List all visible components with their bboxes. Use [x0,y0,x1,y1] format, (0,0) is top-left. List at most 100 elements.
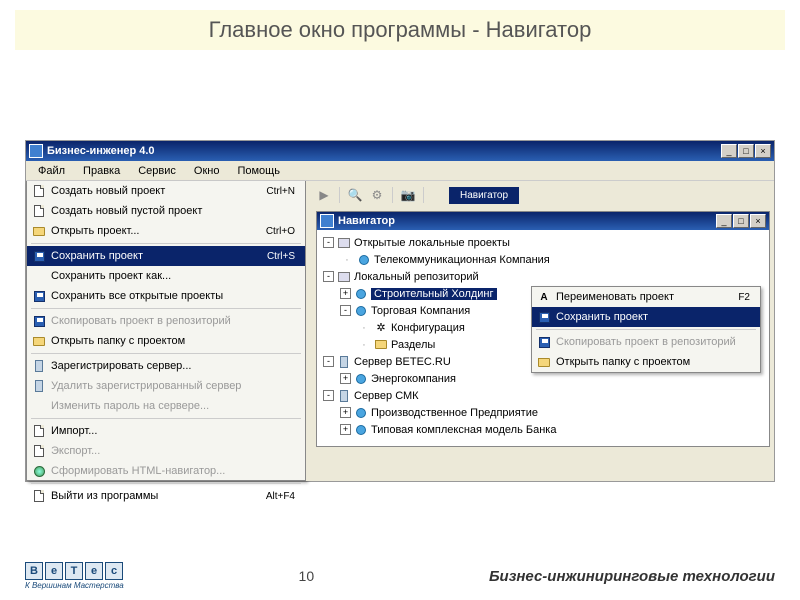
file-menu-item[interactable]: Сохранить проектCtrl+S [27,246,305,266]
context-menu-item[interactable]: Открыть папку с проектом [532,352,760,372]
db-icon [354,305,368,317]
collapse-icon[interactable]: - [323,271,334,282]
file-menu-item[interactable]: Сохранить все открытые проекты [27,286,305,306]
menu-separator [31,353,301,354]
blank-icon [31,398,47,414]
menu-label: Сохранить все открытые проекты [51,290,301,302]
menu-separator [31,308,301,309]
tree-row[interactable]: - Открытые локальные проекты [323,234,763,251]
save-icon [31,288,47,304]
child-window-controls: _ □ × [716,214,766,228]
menu-label: Создать новый проект [51,185,262,197]
menu-shortcut: Ctrl+O [266,226,301,237]
globe-icon [31,463,47,479]
toolbar-sep [339,187,340,203]
server-icon [337,356,351,368]
child-title: Навигатор [338,215,712,227]
file-menu-item[interactable]: Зарегистрировать сервер... [27,356,305,376]
file-menu-item[interactable]: Создать новый пустой проект [27,201,305,221]
server-icon [31,358,47,374]
context-menu-item[interactable]: АПереименовать проектF2 [532,287,760,307]
file-menu-item[interactable]: Создать новый проектCtrl+N [27,181,305,201]
db-icon [357,254,371,266]
collapse-icon[interactable]: - [323,390,334,401]
save-icon [536,334,552,350]
child-minimize-button[interactable]: _ [716,214,732,228]
maximize-button[interactable]: □ [738,144,754,158]
tree-row[interactable]: - Сервер СМК [323,387,763,404]
child-close-button[interactable]: × [750,214,766,228]
menu-label: Скопировать проект в репозиторий [556,336,756,348]
slide-title: Главное окно программы - Навигатор [15,10,785,50]
tree-row[interactable]: -Локальный репозиторий [323,268,763,285]
tool-play-icon[interactable]: ▶ [314,185,334,205]
tool-gear-icon[interactable]: ⚙ [367,185,387,205]
tree-label: Энергокомпания [371,373,456,385]
document-icon [31,203,47,219]
file-menu-item: Скопировать проект в репозиторий [27,311,305,331]
tree-label: Конфигурация [391,322,465,334]
logo-subtitle: К Вершинам Мастерства [25,581,124,590]
menu-label: Открыть проект... [51,225,262,237]
folder-icon [31,333,47,349]
minimize-button[interactable]: _ [721,144,737,158]
footer-brand: Бизнес-инжиниринговые технологии [489,568,775,585]
document-icon [31,183,47,199]
rename-icon: А [536,289,552,305]
menu-file[interactable]: Файл [30,163,73,179]
menu-label: Скопировать проект в репозиторий [51,315,301,327]
collapse-icon[interactable]: - [323,356,334,367]
close-button[interactable]: × [755,144,771,158]
file-menu-item[interactable]: Выйти из программыAlt+F4 [27,486,305,506]
tree-label: Торговая Компания [371,305,470,317]
menu-label: Экспорт... [51,445,301,457]
child-maximize-button[interactable]: □ [733,214,749,228]
db-icon [354,288,368,300]
menu-label: Переименовать проект [556,291,734,303]
save-icon [31,248,47,264]
blank-icon [31,268,47,284]
toolbar-sep [392,187,393,203]
menu-separator [31,243,301,244]
folder-icon [536,354,552,370]
menu-service[interactable]: Сервис [130,163,184,179]
menu-label: Удалить зарегистрированный сервер [51,380,301,392]
tree-row[interactable]: + Производственное Предприятие [323,404,763,421]
file-menu-dropdown: Создать новый проектCtrl+NСоздать новый … [26,181,306,481]
context-menu-item[interactable]: Сохранить проект [532,307,760,327]
menu-help[interactable]: Помощь [229,163,288,179]
navigator-icon [320,214,334,228]
child-title-bar: Навигатор _ □ × [317,212,769,230]
db-icon [354,373,368,385]
document-icon [31,488,47,504]
tool-camera-icon[interactable]: 📷 [398,185,418,205]
tree-connector: · [357,339,371,351]
collapse-icon[interactable]: - [323,237,334,248]
tree-label: Сервер СМК [354,390,419,402]
file-menu-item[interactable]: Импорт... [27,421,305,441]
navigator-tag: Навигатор [449,187,519,204]
toolbar: ▶ 🔍 ⚙ 📷 Навигатор [312,183,774,207]
menu-label: Сохранить проект как... [51,270,301,282]
file-menu-item[interactable]: Сохранить проект как... [27,266,305,286]
menu-separator [31,418,301,419]
logo: BeTec К Вершинам Мастерства [25,562,124,590]
tree-label: Открытые локальные проекты [354,237,510,249]
file-menu-item[interactable]: Открыть проект... Ctrl+O [27,221,305,241]
collapse-icon[interactable]: - [340,305,351,316]
expand-icon[interactable]: + [340,424,351,435]
save-icon [31,313,47,329]
menu-window[interactable]: Окно [186,163,228,179]
tree-row[interactable]: ·Телекоммуникационная Компания [323,251,763,268]
expand-icon[interactable]: + [340,407,351,418]
tool-search-icon[interactable]: 🔍 [345,185,365,205]
tree-row[interactable]: +Типовая комплексная модель Банка [323,421,763,438]
menu-label: Импорт... [51,425,301,437]
navigator-child-window: Навигатор _ □ × - Открытые локальные прое… [316,211,770,447]
file-menu-item[interactable]: Открыть папку с проектом [27,331,305,351]
expand-icon[interactable]: + [340,288,351,299]
menu-shortcut: Alt+F4 [266,491,301,502]
menu-edit[interactable]: Правка [75,163,128,179]
expand-icon[interactable]: + [340,373,351,384]
tree-label: Производственное Предприятие [371,407,538,419]
